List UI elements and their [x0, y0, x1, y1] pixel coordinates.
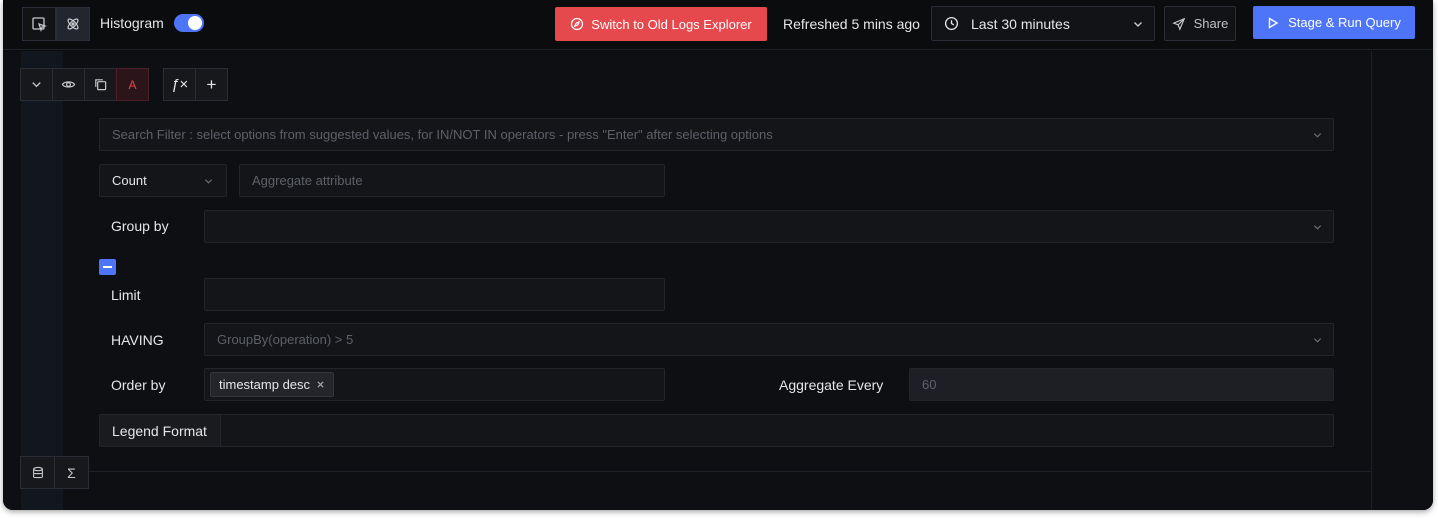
group-by-label: Group by — [111, 218, 169, 234]
limit-input[interactable] — [204, 278, 665, 311]
aggregate-attribute-placeholder: Aggregate attribute — [252, 173, 363, 188]
histogram-toggle[interactable] — [174, 14, 204, 32]
chevron-down-icon — [1134, 22, 1142, 27]
chevron-down-icon — [1313, 132, 1322, 138]
query-name-badge[interactable]: A — [116, 68, 149, 101]
close-icon[interactable] — [316, 380, 325, 389]
switch-old-explorer-label: Switch to Old Logs Explorer — [591, 16, 752, 32]
toggle-knob — [188, 16, 202, 30]
add-formula-button[interactable]: ƒ× — [163, 68, 196, 101]
atom-icon — [67, 18, 79, 30]
aggregate-operator-value: Count — [112, 173, 147, 188]
aggregate-attribute-input[interactable]: Aggregate attribute — [239, 164, 665, 197]
compass-icon — [571, 17, 584, 31]
bottom-toolbar: Σ — [20, 456, 89, 489]
stage-run-query-button[interactable]: Stage & Run Query — [1253, 6, 1415, 39]
play-icon — [1268, 16, 1279, 29]
order-by-label: Order by — [111, 377, 166, 393]
add-data-source-button[interactable] — [20, 456, 55, 489]
legend-format-label: Legend Format — [100, 415, 221, 446]
query-builder-mode-button[interactable] — [56, 7, 90, 41]
having-placeholder: GroupBy(operation) > 5 — [217, 332, 354, 347]
query-left-strip — [21, 51, 63, 510]
switch-old-explorer-button[interactable]: Switch to Old Logs Explorer — [555, 7, 767, 41]
chevron-down-icon — [32, 82, 41, 88]
order-by-tag: timestamp desc — [210, 372, 335, 397]
aggregate-every-input[interactable]: 60 — [909, 368, 1334, 401]
formula-toolbar: ƒ× + — [163, 68, 228, 101]
group-by-select[interactable] — [204, 210, 1334, 243]
section-divider — [63, 471, 1371, 472]
time-range-value: Last 30 minutes — [971, 15, 1070, 32]
legend-format-input[interactable] — [221, 415, 1333, 446]
share-label: Share — [1193, 16, 1229, 31]
app-window: Histogram Switch to Old Logs Explorer Re… — [3, 0, 1433, 510]
search-filter-placeholder: Search Filter : select options from sugg… — [112, 127, 773, 142]
copy-icon — [95, 79, 107, 91]
legend-format-field: Legend Format — [99, 414, 1334, 447]
query-toolbar: A — [20, 68, 149, 101]
search-filter-input[interactable]: Search Filter : select options from sugg… — [99, 118, 1334, 151]
collapse-advanced-button[interactable] — [99, 259, 116, 275]
eye-icon — [61, 81, 76, 88]
toggle-visibility-button[interactable] — [52, 68, 85, 101]
top-toolbar: Histogram Switch to Old Logs Explorer Re… — [3, 0, 1433, 50]
refreshed-status: Refreshed 5 mins ago — [783, 16, 920, 32]
limit-label: Limit — [111, 287, 141, 303]
select-cursor-button[interactable] — [22, 7, 56, 41]
having-input[interactable]: GroupBy(operation) > 5 — [204, 323, 1334, 356]
clock-icon — [944, 16, 959, 31]
clone-query-button[interactable] — [84, 68, 117, 101]
aggregate-operator-select[interactable]: Count — [99, 164, 227, 197]
aggregate-every-label: Aggregate Every — [779, 377, 884, 393]
share-button[interactable]: Share — [1164, 6, 1236, 41]
stage-run-query-label: Stage & Run Query — [1288, 15, 1401, 30]
cursor-select-icon — [32, 17, 47, 32]
aggregate-every-placeholder: 60 — [922, 377, 937, 392]
chevron-down-icon — [1313, 337, 1322, 343]
chevron-down-icon — [204, 178, 213, 184]
database-icon — [32, 466, 43, 478]
collapse-query-button[interactable] — [20, 68, 53, 101]
histogram-label: Histogram — [100, 15, 164, 31]
send-icon — [1171, 17, 1185, 31]
aggregate-sigma-button[interactable]: Σ — [54, 456, 89, 489]
add-query-button[interactable]: + — [195, 68, 228, 101]
chevron-down-icon — [1313, 224, 1322, 230]
order-by-tag-label: timestamp desc — [219, 377, 311, 392]
time-range-select[interactable]: Last 30 minutes — [931, 6, 1155, 41]
right-side-panel — [1371, 51, 1433, 510]
query-builder-panel: A ƒ× + A Search Filter : select options … — [3, 51, 1433, 510]
having-label: HAVING — [111, 332, 164, 348]
